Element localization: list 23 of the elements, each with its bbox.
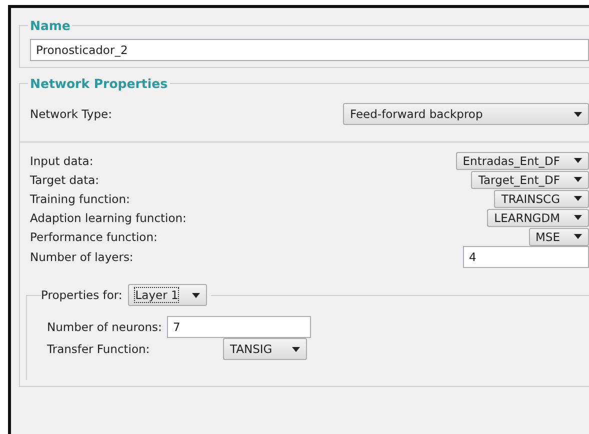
section-title: Name <box>29 18 72 33</box>
name-field[interactable]: Pronosticador_2 <box>30 39 589 61</box>
dropdown[interactable]: Target_Ent_DF <box>471 170 589 188</box>
input-field[interactable]: 4 <box>463 246 589 268</box>
field-label: Network Type: <box>30 107 112 121</box>
field-label: Number of neurons: <box>47 320 162 334</box>
field-label: Transfer Function: <box>47 342 150 356</box>
field-label: Performance function: <box>30 230 158 244</box>
dropdown[interactable]: LEARNGDM <box>487 208 589 226</box>
dropdown[interactable]: TANSIG <box>223 338 307 360</box>
section-title: Network Properties <box>29 76 169 91</box>
field-label: Training function: <box>30 192 130 206</box>
field-label: Number of layers: <box>30 250 134 264</box>
dropdown[interactable]: Entradas_Ent_DF <box>456 152 589 170</box>
field-label: Input data: <box>30 154 94 168</box>
dropdown[interactable]: MSE <box>528 228 589 246</box>
network-type-select[interactable]: Feed-forward backprop <box>343 103 589 125</box>
field-label: Adaption learning function: <box>30 210 186 224</box>
field-label: Properties for: <box>41 288 122 302</box>
dropdown[interactable]: TRAINSCG <box>494 190 589 208</box>
layer-select[interactable]: Layer 1 <box>128 284 208 306</box>
field-label: Target data: <box>30 172 100 186</box>
input-field[interactable]: 7 <box>167 316 311 338</box>
